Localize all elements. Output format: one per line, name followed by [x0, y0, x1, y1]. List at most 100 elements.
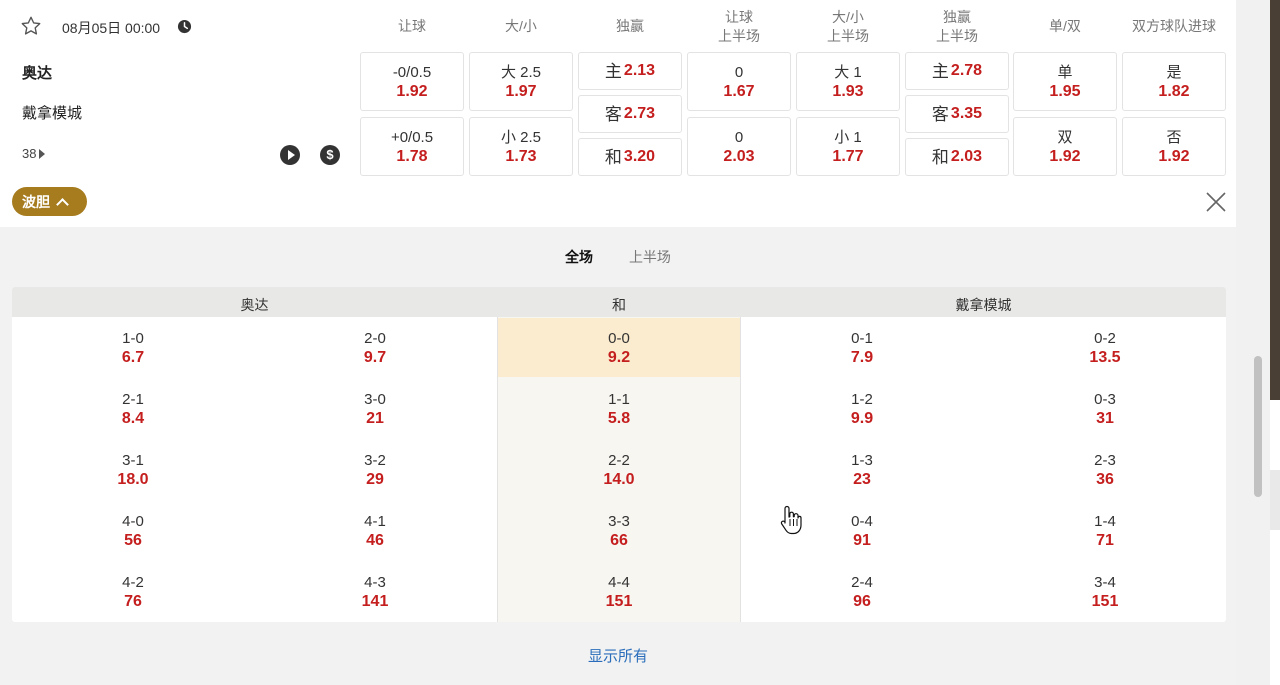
header-over-under-1h: 大/小 上半场 — [827, 9, 869, 44]
home-team-name: 奥达 — [22, 65, 53, 82]
header-btts: 双方球队进球 — [1132, 18, 1216, 34]
odds-button[interactable]: 0 2.03 — [687, 117, 791, 176]
score-odds-cell[interactable]: 4-0 56 — [73, 512, 193, 551]
score-label: 1-2 — [851, 391, 873, 408]
odds-button[interactable]: 大 2.5 1.97 — [469, 52, 573, 111]
score-odds-cell[interactable]: 2-0 9.7 — [315, 329, 435, 368]
score-odds-cell[interactable]: 1-0 6.7 — [73, 329, 193, 368]
score-odd: 31 — [1096, 410, 1114, 427]
score-odd: 71 — [1096, 532, 1114, 549]
favorite-star-icon[interactable] — [20, 15, 42, 37]
score-odds-cell[interactable]: 1-4 71 — [1045, 512, 1165, 551]
away-team-name: 戴拿模城 — [22, 105, 83, 122]
odds-button[interactable]: 单 1.95 — [1013, 52, 1117, 111]
odds-button[interactable]: 小 2.5 1.73 — [469, 117, 573, 176]
score-odds-cell[interactable]: 2-4 96 — [802, 573, 922, 612]
odds-button[interactable]: 小 1 1.77 — [796, 117, 900, 176]
show-all-link[interactable]: 显示所有 — [0, 645, 1236, 666]
column-away: 戴拿模城 — [955, 297, 1012, 313]
cashout-dollar-icon[interactable]: $ — [320, 145, 340, 165]
score-label: 0-2 — [1094, 330, 1116, 347]
score-odds-cell[interactable]: 3-3 66 — [559, 512, 679, 551]
more-markets-count: 38 — [22, 146, 37, 161]
score-label: 0-4 — [851, 513, 873, 530]
score-odd: 9.2 — [607, 349, 631, 366]
odds-button[interactable]: 0 1.67 — [687, 52, 791, 111]
match-datetime: 08月05日 00:00 — [62, 20, 161, 36]
score-label: 4-3 — [364, 574, 386, 591]
odds-button[interactable]: 客 3.35 — [905, 95, 1009, 133]
score-label: 1-1 — [608, 391, 630, 408]
more-markets-link[interactable]: 38 — [22, 146, 46, 161]
odds-button[interactable]: 客 2.73 — [578, 95, 682, 133]
header-moneyline-1h: 独赢 上半场 — [936, 9, 978, 44]
odds-button[interactable]: 大 1 1.93 — [796, 52, 900, 111]
header-odd-even: 单/双 — [1049, 18, 1081, 34]
score-odds-cell[interactable]: 0-0 9.2 — [559, 329, 679, 368]
odds-button[interactable]: 否 1.92 — [1122, 117, 1226, 176]
score-odd: 46 — [366, 532, 384, 549]
score-label: 2-2 — [608, 452, 630, 469]
score-label: 0-1 — [851, 330, 873, 347]
page-edge-strip — [1270, 470, 1280, 530]
score-odds-cell[interactable]: 1-1 5.8 — [559, 390, 679, 429]
correct-score-toggle[interactable]: 波胆 — [12, 187, 87, 216]
odds-button[interactable]: 双 1.92 — [1013, 117, 1117, 176]
score-odds-cell[interactable]: 1-3 23 — [802, 451, 922, 490]
score-odds-cell[interactable]: 4-3 141 — [315, 573, 435, 612]
header-moneyline: 独赢 — [616, 18, 644, 34]
odds-button[interactable]: 和 2.03 — [905, 138, 1009, 176]
score-odds-cell[interactable]: 4-2 76 — [73, 573, 193, 612]
scrollbar-track[interactable] — [1236, 0, 1270, 685]
score-odd: 36 — [1096, 471, 1114, 488]
score-label: 4-0 — [122, 513, 144, 530]
odds-button[interactable]: 和 3.20 — [578, 138, 682, 176]
close-icon[interactable] — [1204, 190, 1228, 214]
score-label: 0-3 — [1094, 391, 1116, 408]
tab-full-time[interactable]: 全场 — [565, 247, 593, 267]
score-odds-cell[interactable]: 3-1 18.0 — [73, 451, 193, 490]
score-odds-cell[interactable]: 1-2 9.9 — [802, 390, 922, 429]
score-odds-cell[interactable]: 2-3 36 — [1045, 451, 1165, 490]
score-label: 1-3 — [851, 452, 873, 469]
hand-pointer-icon — [780, 505, 802, 535]
score-odd: 66 — [610, 532, 628, 549]
score-label: 3-2 — [364, 452, 386, 469]
score-odd: 5.8 — [607, 410, 631, 427]
score-odd: 6.7 — [121, 349, 145, 366]
odds-button[interactable]: 是 1.82 — [1122, 52, 1226, 111]
score-table-header: 奥达 和 戴拿模城 — [12, 287, 1226, 317]
score-odd: 9.9 — [850, 410, 874, 427]
score-odds-cell[interactable]: 3-0 21 — [315, 390, 435, 429]
tab-first-half[interactable]: 上半场 — [629, 247, 671, 267]
score-odds-cell[interactable]: 3-2 29 — [315, 451, 435, 490]
odds-button[interactable]: 主 2.78 — [905, 52, 1009, 90]
odds-button[interactable]: -0/0.5 1.92 — [360, 52, 464, 111]
score-odd: 7.9 — [850, 349, 874, 366]
correct-score-table: 奥达 和 戴拿模城 1-0 6.7 2-1 8.4 3-1 18.0 4-0 56 4-2 76 2… — [12, 287, 1226, 622]
score-odds-cell[interactable]: 4-4 151 — [559, 573, 679, 612]
score-label: 1-0 — [122, 330, 144, 347]
odds-button[interactable]: +0/0.5 1.78 — [360, 117, 464, 176]
score-label: 2-1 — [122, 391, 144, 408]
score-odds-cell[interactable]: 0-3 31 — [1045, 390, 1165, 429]
score-label: 4-1 — [364, 513, 386, 530]
score-odds-cell[interactable]: 4-1 46 — [315, 512, 435, 551]
score-odds-cell[interactable]: 0-2 13.5 — [1045, 329, 1165, 368]
caret-right-icon — [39, 148, 46, 159]
scrollbar-thumb[interactable] — [1254, 356, 1262, 497]
score-label: 0-0 — [608, 330, 630, 347]
page-edge-dark — [1270, 0, 1280, 400]
score-odd: 8.4 — [121, 410, 145, 427]
score-odds-cell[interactable]: 0-1 7.9 — [802, 329, 922, 368]
score-odds-cell[interactable]: 0-4 91 — [802, 512, 922, 551]
score-odds-cell[interactable]: 3-4 151 — [1045, 573, 1165, 612]
score-odds-cell[interactable]: 2-1 8.4 — [73, 390, 193, 429]
period-tabs: 全场 上半场 — [0, 247, 1236, 267]
play-icon[interactable] — [280, 145, 300, 165]
score-odd: 9.7 — [363, 349, 387, 366]
odds-button[interactable]: 主 2.13 — [578, 52, 682, 90]
score-odds-cell[interactable]: 2-2 14.0 — [559, 451, 679, 490]
score-odd: 76 — [124, 593, 142, 610]
score-odd: 21 — [366, 410, 384, 427]
